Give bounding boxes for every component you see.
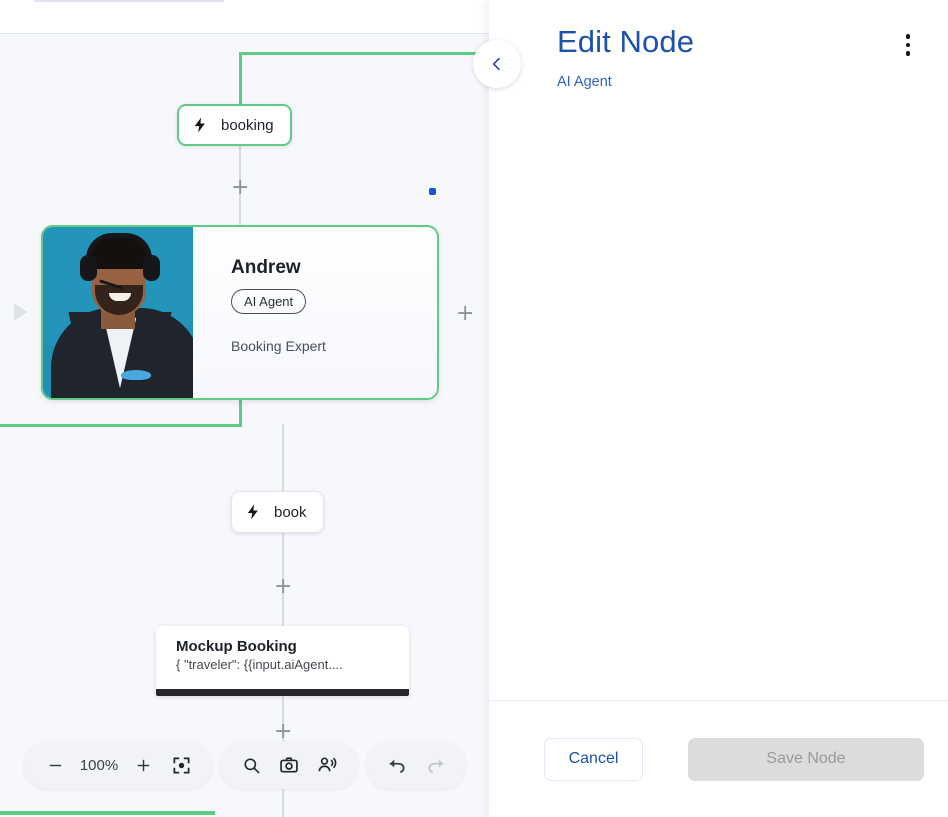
edge-green-top-horizontal bbox=[239, 52, 489, 55]
agent-role: Booking Expert bbox=[231, 338, 326, 354]
plus-icon bbox=[137, 759, 149, 771]
panel-subtitle: AI Agent bbox=[557, 74, 612, 90]
add-node-handle-1[interactable]: + bbox=[231, 177, 249, 199]
canvas-top-strip bbox=[0, 0, 489, 34]
edge-agent-to-book bbox=[282, 424, 284, 492]
app-root: booking + Andrew AI Agent Booking Expert… bbox=[0, 0, 948, 817]
edge-green-agent-left bbox=[0, 424, 242, 427]
mockup-title: Mockup Booking bbox=[176, 638, 297, 655]
add-node-handle-3[interactable]: + bbox=[274, 721, 292, 743]
node-trigger-booking[interactable]: booking bbox=[177, 104, 292, 146]
edit-node-panel: Edit Node AI Agent Advanced LLM bbox=[489, 0, 948, 817]
connector-dot[interactable] bbox=[429, 188, 436, 195]
agent-avatar-photo bbox=[43, 227, 193, 398]
collaborators-button[interactable] bbox=[310, 748, 344, 782]
edge-green-agent-vertical bbox=[239, 398, 242, 427]
lightning-bolt-icon bbox=[247, 504, 258, 520]
node-label-book: book bbox=[274, 503, 307, 521]
canvas-toolbar: 100% bbox=[24, 741, 466, 789]
search-button[interactable] bbox=[234, 748, 268, 782]
node-mockup-booking[interactable]: Mockup Booking { "traveler": {{input.aiA… bbox=[156, 626, 409, 696]
zoom-controls: 100% bbox=[24, 741, 212, 789]
edge-green-bottom bbox=[0, 811, 215, 815]
panel-footer: Cancel Save Node bbox=[489, 700, 948, 817]
camera-icon bbox=[280, 757, 298, 773]
chevron-left-icon bbox=[492, 57, 500, 71]
node-label-booking: booking bbox=[221, 116, 274, 134]
cancel-button[interactable]: Cancel bbox=[544, 737, 643, 781]
undo-icon bbox=[389, 759, 405, 773]
redo-icon bbox=[427, 759, 443, 773]
screenshot-button[interactable] bbox=[272, 748, 306, 782]
lightning-bolt-icon bbox=[194, 117, 205, 133]
page-title: Edit Node bbox=[557, 24, 695, 59]
redo-button[interactable] bbox=[418, 748, 452, 782]
history-actions bbox=[366, 741, 466, 789]
edge-green-top-vertical bbox=[239, 52, 242, 106]
zoom-in-button[interactable] bbox=[126, 748, 160, 782]
add-node-handle-2[interactable]: + bbox=[274, 576, 292, 598]
agent-card-body: Andrew AI Agent Booking Expert bbox=[193, 227, 437, 398]
search-icon bbox=[243, 757, 259, 773]
node-trigger-book[interactable]: book bbox=[231, 491, 324, 533]
workflow-canvas[interactable]: booking + Andrew AI Agent Booking Expert… bbox=[0, 0, 489, 817]
zoom-level-value: 100% bbox=[79, 756, 119, 774]
undo-button[interactable] bbox=[380, 748, 414, 782]
tool-actions bbox=[220, 741, 358, 789]
fit-to-screen-icon bbox=[173, 757, 189, 773]
collapse-panel-button[interactable] bbox=[473, 40, 521, 88]
zoom-out-button[interactable] bbox=[38, 748, 72, 782]
play-triangle-icon[interactable] bbox=[14, 303, 27, 321]
agent-type-badge: AI Agent bbox=[231, 289, 307, 314]
save-node-button[interactable]: Save Node bbox=[688, 737, 924, 781]
fit-view-button[interactable] bbox=[164, 748, 198, 782]
top-hint-bar bbox=[34, 0, 224, 2]
mockup-bottom-bar bbox=[156, 689, 409, 696]
node-ai-agent-andrew[interactable]: Andrew AI Agent Booking Expert bbox=[41, 225, 439, 400]
kebab-menu-icon[interactable] bbox=[896, 28, 920, 62]
add-node-handle-right[interactable]: + bbox=[456, 303, 474, 325]
panel-header: Edit Node AI Agent bbox=[489, 0, 948, 90]
minus-icon bbox=[49, 764, 61, 766]
mockup-preview: { "traveler": {{input.aiAgent.... bbox=[176, 657, 343, 672]
person-voice-icon bbox=[318, 757, 337, 772]
agent-name: Andrew bbox=[231, 257, 301, 278]
